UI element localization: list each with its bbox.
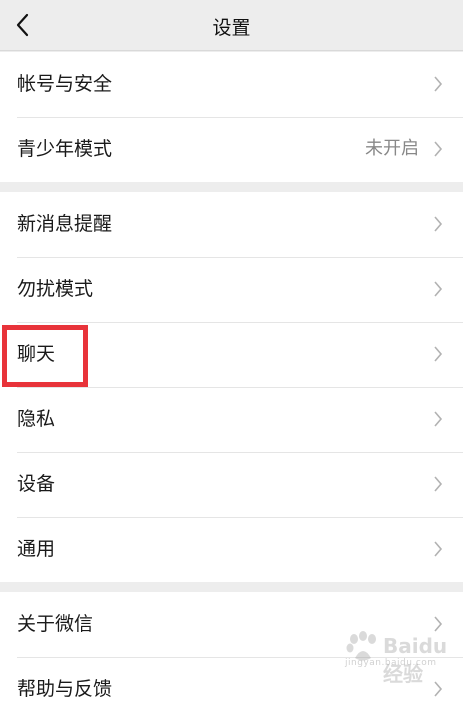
settings-item-label: 帮助与反馈 (17, 678, 113, 700)
page-title: 设置 (212, 17, 251, 39)
settings-item-label: 设备 (17, 473, 56, 495)
settings-item-label: 关于微信 (17, 613, 94, 635)
nav-bar: 设置 (0, 0, 463, 51)
chevron-right-icon (434, 141, 443, 157)
settings-group-account: 帐号与安全 青少年模式 未开启 (0, 52, 463, 182)
settings-item-notifications[interactable]: 新消息提醒 (0, 192, 463, 257)
baidu-jingyan-watermark: Baidu经验 jingyan.baidu.com (345, 630, 455, 686)
watermark-url: jingyan.baidu.com (345, 658, 437, 668)
settings-item-status: 未开启 (365, 138, 419, 159)
chevron-right-icon (434, 411, 443, 427)
settings-item-do-not-disturb[interactable]: 勿扰模式 (0, 257, 463, 322)
settings-group-general: 新消息提醒 勿扰模式 聊天 隐私 设备 通用 (0, 192, 463, 582)
chevron-right-icon (434, 541, 443, 557)
chevron-right-icon (434, 346, 443, 362)
chevron-right-icon (434, 216, 443, 232)
settings-item-account-security[interactable]: 帐号与安全 (0, 52, 463, 117)
settings-item-general[interactable]: 通用 (0, 517, 463, 582)
settings-item-label: 通用 (17, 538, 56, 560)
chevron-right-icon (434, 476, 443, 492)
highlight-box (2, 325, 88, 387)
settings-item-label: 隐私 (17, 408, 56, 430)
settings-item-privacy[interactable]: 隐私 (0, 387, 463, 452)
settings-item-devices[interactable]: 设备 (0, 452, 463, 517)
chevron-right-icon (434, 76, 443, 92)
settings-item-label: 勿扰模式 (17, 278, 94, 300)
settings-item-label: 青少年模式 (17, 138, 113, 160)
settings-item-teen-mode[interactable]: 青少年模式 未开启 (0, 117, 463, 182)
chevron-right-icon (434, 281, 443, 297)
settings-item-label: 新消息提醒 (17, 213, 113, 235)
settings-item-label: 帐号与安全 (17, 73, 113, 95)
